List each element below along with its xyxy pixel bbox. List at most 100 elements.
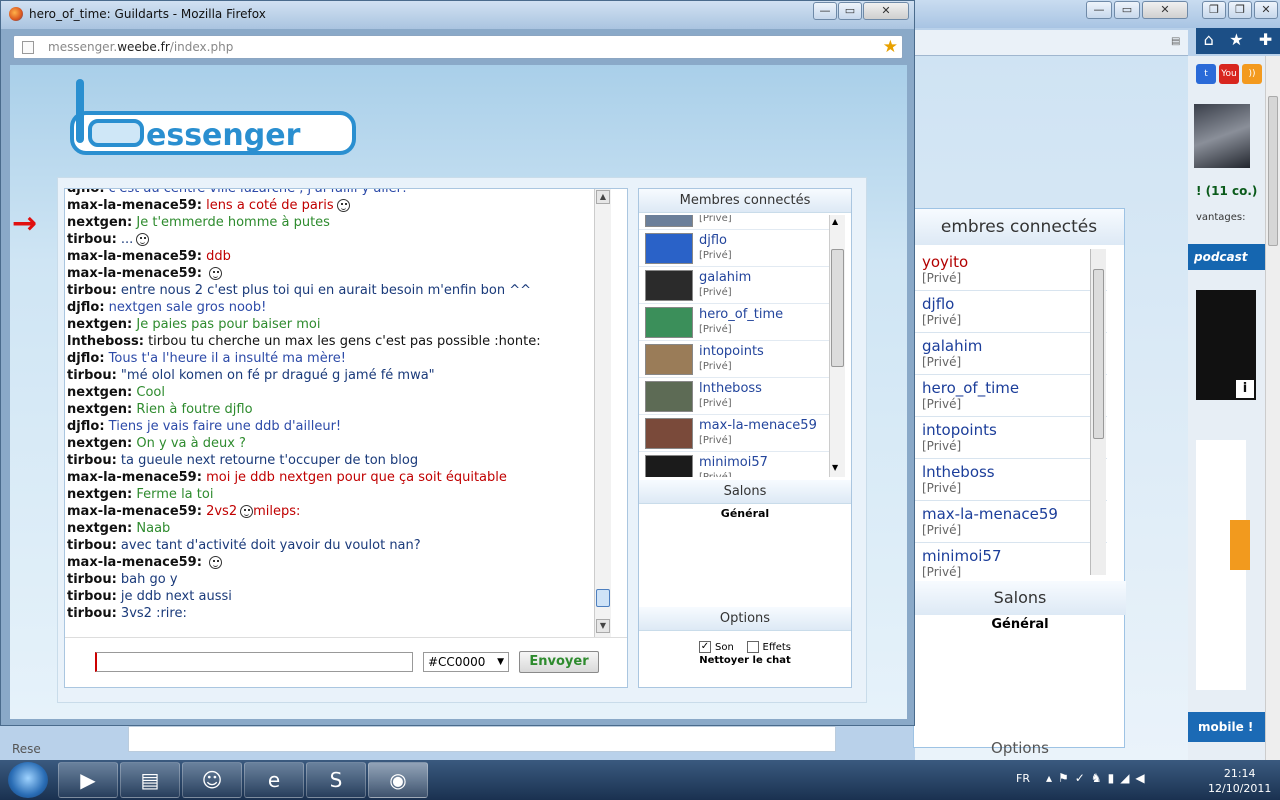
message-author[interactable]: nextgen: <box>67 317 132 332</box>
member-name[interactable]: galahim <box>699 270 751 285</box>
bg-salon-general[interactable]: Général <box>914 617 1126 632</box>
minimize-button[interactable]: — <box>813 2 837 20</box>
message-author[interactable]: nextgen: <box>67 215 132 230</box>
bg-maximize-button[interactable]: ▭ <box>1114 1 1140 19</box>
language-indicator[interactable]: FR <box>1016 772 1030 785</box>
message-author[interactable]: nextgen: <box>67 385 132 400</box>
plus-icon[interactable]: ✚ <box>1259 28 1272 54</box>
start-button[interactable] <box>8 762 48 798</box>
salon-general[interactable]: Général <box>639 507 851 525</box>
bg-member-item[interactable]: yoyito [Privé] <box>914 249 1107 291</box>
bg-restore-button-2[interactable]: ❐ <box>1228 1 1252 19</box>
message-author[interactable]: lntheboss: <box>67 334 144 349</box>
member-avatar[interactable] <box>645 233 693 264</box>
youtube-icon[interactable]: You <box>1219 64 1239 84</box>
bg-member-item[interactable]: lntheboss [Privé] <box>914 459 1107 501</box>
message-author[interactable]: djflo: <box>67 189 105 196</box>
bg-member-item[interactable]: djflo [Privé] <box>914 291 1107 333</box>
member-item[interactable]: hero_of_time [Privé] <box>639 304 835 341</box>
member-name[interactable]: djflo <box>699 233 727 248</box>
member-item[interactable]: minimoi57 [Privé] <box>639 452 835 477</box>
bg-member-item[interactable]: intopoints [Privé] <box>914 417 1107 459</box>
member-avatar[interactable] <box>645 455 693 477</box>
scroll-down-arrow[interactable]: ▼ <box>596 619 610 633</box>
info-icon[interactable]: i <box>1236 380 1254 398</box>
bg-member-item[interactable]: max-la-menace59 [Privé] <box>914 501 1107 543</box>
messages-scrollbar[interactable]: ▲ ▼ <box>594 189 611 637</box>
son-checkbox[interactable]: ✓ <box>698 641 711 653</box>
member-avatar[interactable] <box>645 307 693 338</box>
bg-member-name[interactable]: intopoints <box>922 421 1107 439</box>
scroll-thumb[interactable] <box>1268 96 1278 246</box>
member-name[interactable]: minimoi57 <box>699 455 768 470</box>
url-text[interactable]: messenger.weebe.fr/index.php <box>48 40 233 54</box>
scroll-down-arrow[interactable]: ▼ <box>832 463 838 472</box>
address-bar[interactable]: messenger.weebe.fr/index.php ★ <box>13 35 903 59</box>
message-author[interactable]: max-la-menace59: <box>67 470 202 485</box>
mobile-banner[interactable]: mobile ! <box>1188 712 1265 742</box>
bg-minimize-button[interactable]: — <box>1086 1 1112 19</box>
background-scrollbar[interactable] <box>1265 56 1280 762</box>
member-avatar[interactable] <box>645 381 693 412</box>
member-name[interactable]: max-la-menace59 <box>699 418 817 433</box>
skype-icon[interactable]: S <box>306 762 366 798</box>
member-item[interactable]: lntheboss [Privé] <box>639 378 835 415</box>
message-author[interactable]: max-la-menace59: <box>67 504 202 519</box>
bg-member-name[interactable]: galahim <box>922 337 1107 355</box>
send-button[interactable]: Envoyer <box>519 651 599 673</box>
twitter-icon[interactable]: t <box>1196 64 1216 84</box>
members-scrollbar[interactable]: ▲ ▼ <box>829 215 845 477</box>
maximize-button[interactable]: ▭ <box>838 2 862 20</box>
bg-member-name[interactable]: yoyito <box>922 253 1107 271</box>
bg-member-name[interactable]: minimoi57 <box>922 547 1107 565</box>
message-author[interactable]: tirbou: <box>67 538 117 553</box>
message-author[interactable]: tirbou: <box>67 453 117 468</box>
message-input[interactable] <box>95 652 413 672</box>
message-author[interactable]: tirbou: <box>67 283 117 298</box>
member-item[interactable]: intopoints [Privé] <box>639 341 835 378</box>
message-author[interactable]: nextgen: <box>67 487 132 502</box>
bg-members-scrollbar[interactable] <box>1090 249 1106 575</box>
message-author[interactable]: djflo: <box>67 351 105 366</box>
member-name[interactable]: lntheboss <box>699 381 762 396</box>
member-item[interactable]: max-la-menace59 [Privé] <box>639 415 835 452</box>
bg-member-item[interactable]: minimoi57 [Privé] <box>914 543 1107 579</box>
bg-member-name[interactable]: djflo <box>922 295 1107 313</box>
color-select[interactable]: #CC0000 ▼ <box>423 652 509 672</box>
member-item[interactable]: galahim [Privé] <box>639 267 835 304</box>
bookmark-star-icon[interactable]: ★ <box>883 37 898 57</box>
bg-member-name[interactable]: max-la-menace59 <box>922 505 1107 523</box>
message-author[interactable]: nextgen: <box>67 402 132 417</box>
member-avatar[interactable] <box>645 270 693 301</box>
bookmark-star-icon[interactable]: ★ <box>1229 28 1243 54</box>
scroll-up-arrow[interactable]: ▲ <box>832 217 838 226</box>
rss-icon[interactable]: )) <box>1242 64 1262 84</box>
explorer-folder-icon[interactable]: ▤ <box>120 762 180 798</box>
scroll-up-arrow[interactable]: ▲ <box>596 190 610 204</box>
scroll-thumb[interactable] <box>831 249 844 367</box>
message-author[interactable]: max-la-menace59: <box>67 249 202 264</box>
home-icon[interactable]: ⌂ <box>1204 28 1214 54</box>
media-player-icon[interactable]: ▶ <box>58 762 118 798</box>
message-author[interactable]: max-la-menace59: <box>67 555 202 570</box>
member-name[interactable]: hero_of_time <box>699 307 783 322</box>
podcast-banner[interactable]: podcast <box>1188 244 1265 270</box>
message-author[interactable]: tirbou: <box>67 589 117 604</box>
clock[interactable]: 21:14 12/10/2011 <box>1208 766 1271 796</box>
member-avatar[interactable] <box>645 418 693 449</box>
close-button[interactable]: ✕ <box>863 2 909 20</box>
bg-member-item[interactable]: galahim [Privé] <box>914 333 1107 375</box>
message-author[interactable]: tirbou: <box>67 232 117 247</box>
firefox-taskbar-icon[interactable]: ◉ <box>368 762 428 798</box>
message-author[interactable]: nextgen: <box>67 521 132 536</box>
clear-chat-link[interactable]: Nettoyer le chat <box>639 655 851 666</box>
message-author[interactable]: djflo: <box>67 419 105 434</box>
message-author[interactable]: tirbou: <box>67 606 117 621</box>
window-titlebar[interactable]: hero_of_time: Guildarts - Mozilla Firefo… <box>1 1 914 29</box>
scroll-thumb[interactable] <box>1093 269 1104 439</box>
message-author[interactable]: nextgen: <box>67 436 132 451</box>
bg-member-name[interactable]: lntheboss <box>922 463 1107 481</box>
bg-member-name[interactable]: hero_of_time <box>922 379 1107 397</box>
bg-member-item[interactable]: hero_of_time [Privé] <box>914 375 1107 417</box>
bg-close-button-2[interactable]: ✕ <box>1254 1 1278 19</box>
